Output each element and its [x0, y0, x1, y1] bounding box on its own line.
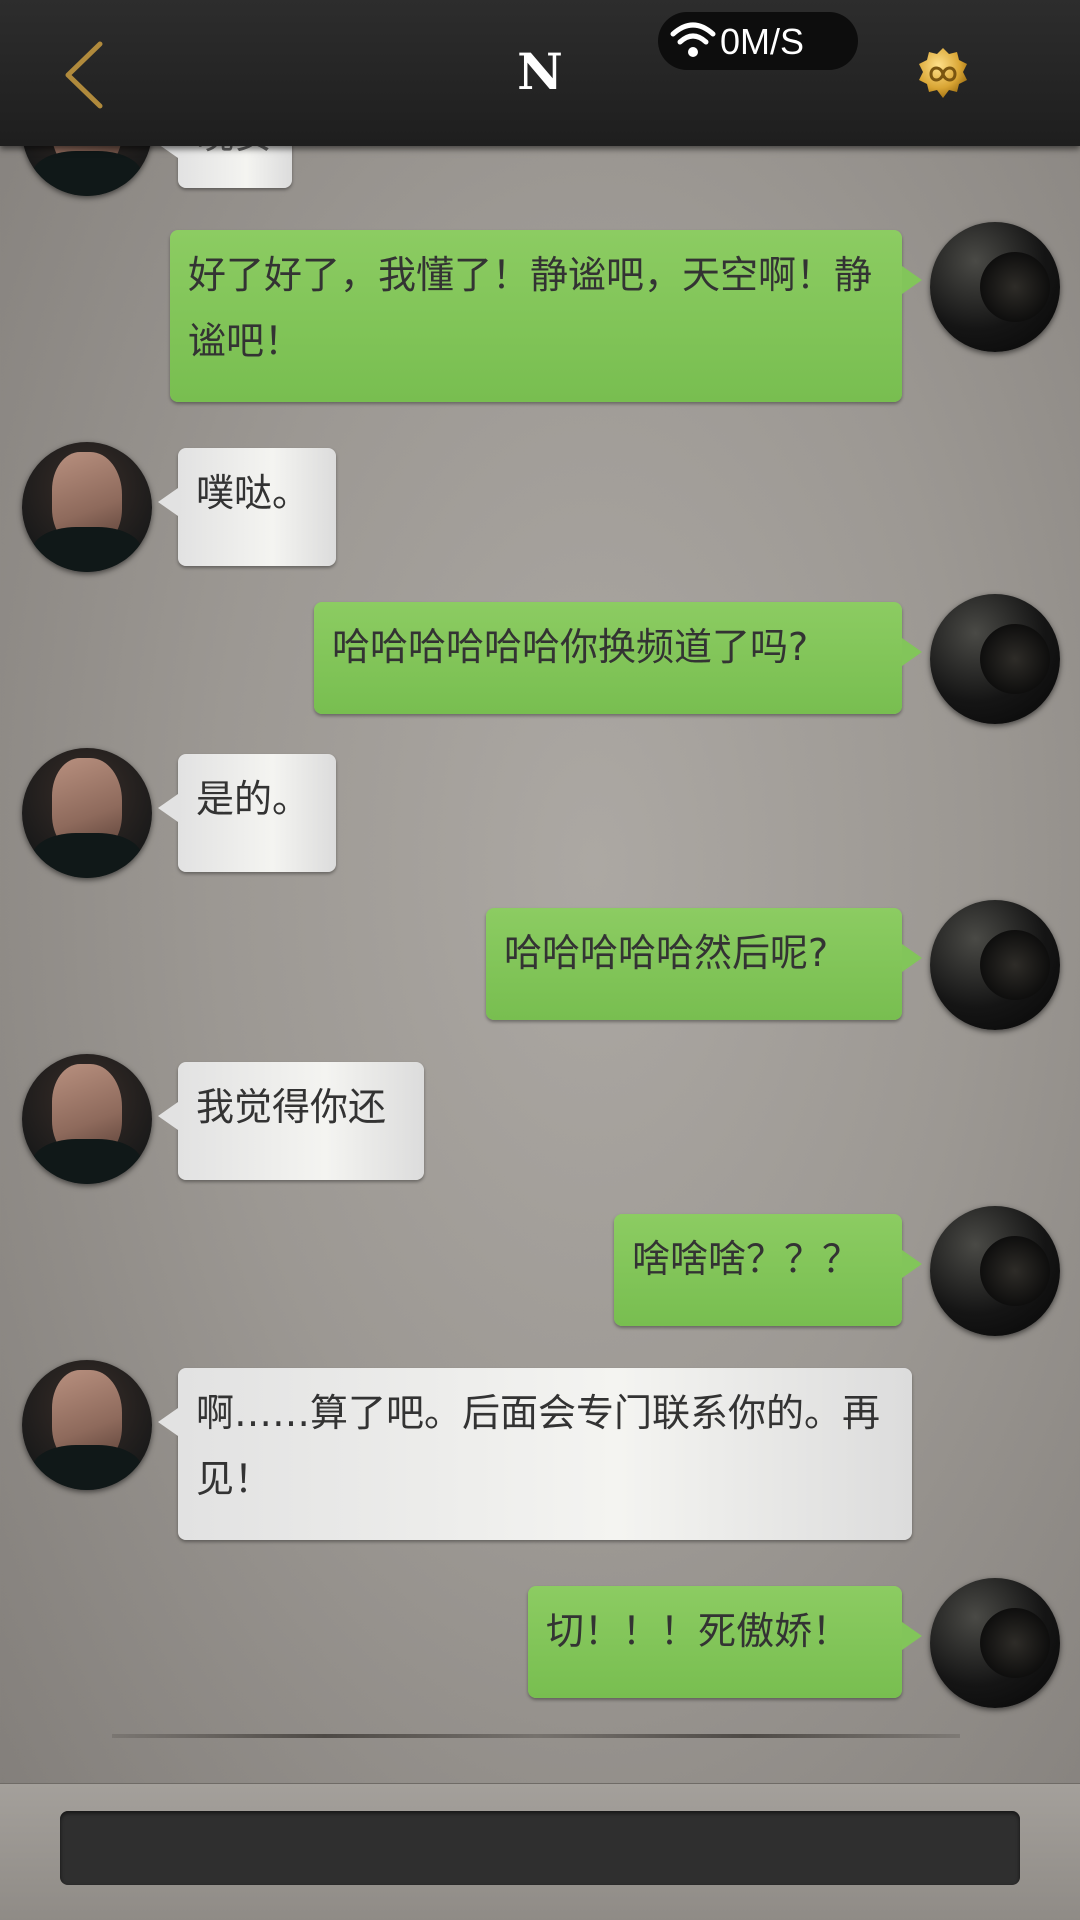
network-status: 0M/S: [658, 12, 858, 70]
divider: [112, 1734, 960, 1738]
user-avatar[interactable]: [930, 1206, 1060, 1336]
user-avatar[interactable]: [930, 1578, 1060, 1708]
user-avatar[interactable]: [930, 222, 1060, 352]
contact-avatar[interactable]: [22, 1054, 152, 1184]
message-input[interactable]: [60, 1811, 1020, 1885]
contact-avatar[interactable]: [22, 442, 152, 572]
message-bubble-sent[interactable]: 啥啥啥？？？: [614, 1214, 922, 1326]
message-bubble-sent[interactable]: 哈哈哈哈哈哈你换频道了吗?: [314, 602, 922, 714]
user-avatar[interactable]: [930, 900, 1060, 1030]
input-bar: [0, 1783, 1080, 1920]
message-bubble-received[interactable]: 是的。: [158, 754, 336, 872]
chat-title: N: [517, 42, 563, 101]
infinity-coin-icon: [919, 48, 967, 98]
message-bubble-received[interactable]: 噗哒。: [158, 448, 336, 566]
contact-avatar[interactable]: [22, 146, 152, 196]
message-bubble-sent[interactable]: 切！！！死傲娇！: [528, 1586, 922, 1698]
contact-avatar[interactable]: [22, 1360, 152, 1490]
contact-avatar[interactable]: [22, 748, 152, 878]
message-bubble-sent[interactable]: 哈哈哈哈哈然后呢?: [486, 908, 922, 1020]
network-speed: 0M/S: [720, 21, 805, 62]
message-bubble-sent[interactable]: 好了好了，我懂了！静谧吧，天空啊！静谧吧！: [170, 230, 922, 402]
chevron-left-icon: [65, 41, 103, 109]
message-bubble-received[interactable]: 啊……算了吧。后面会专门联系你的。再见！: [158, 1368, 912, 1540]
wifi-icon: [670, 22, 716, 57]
menu-button[interactable]: [915, 46, 971, 102]
message-bubble-received[interactable]: 晚安: [158, 146, 292, 188]
top-bar: N 0M/S: [0, 0, 1080, 146]
user-avatar[interactable]: [930, 594, 1060, 724]
chat-area[interactable]: 晚安 好了好了，我懂了！静谧吧，天空啊！静谧吧！ 噗哒。 哈哈哈哈哈哈你换频道了…: [0, 146, 1080, 1783]
message-bubble-received[interactable]: 我觉得你还: [158, 1062, 424, 1180]
back-button[interactable]: [58, 40, 118, 110]
